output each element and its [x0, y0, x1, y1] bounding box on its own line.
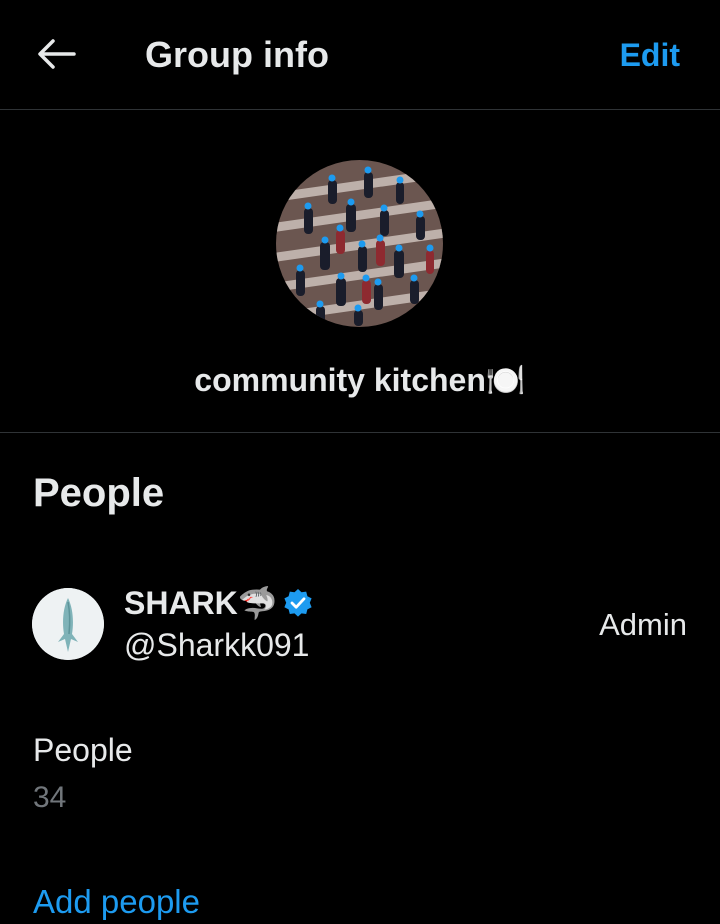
group-summary: community kitchen🍽️	[0, 110, 720, 433]
arrow-left-icon	[38, 39, 76, 69]
shark-avatar-icon	[32, 588, 104, 660]
member-row[interactable]: SHARK🦈 @Sharkk091 Admin	[0, 565, 720, 683]
member-handle: @Sharkk091	[124, 627, 310, 663]
page-title: Group info	[145, 34, 329, 75]
people-section-heading: People	[33, 471, 165, 515]
member-role-badge: Admin	[599, 607, 687, 642]
avatar	[32, 588, 104, 660]
edit-button[interactable]: Edit	[620, 34, 680, 76]
group-name: community kitchen🍽️	[194, 362, 526, 398]
member-display-name: SHARK🦈	[124, 585, 278, 621]
top-bar: Group info Edit	[0, 0, 720, 110]
group-avatar[interactable]	[276, 160, 443, 327]
back-button[interactable]	[30, 30, 82, 78]
group-photo-image	[276, 160, 443, 327]
verified-badge-icon	[284, 589, 312, 617]
people-count-value: 34	[33, 781, 67, 814]
people-count-label: People	[33, 732, 133, 768]
member-name: SHARK🦈	[124, 583, 314, 623]
add-people-button[interactable]: Add people	[33, 880, 200, 924]
